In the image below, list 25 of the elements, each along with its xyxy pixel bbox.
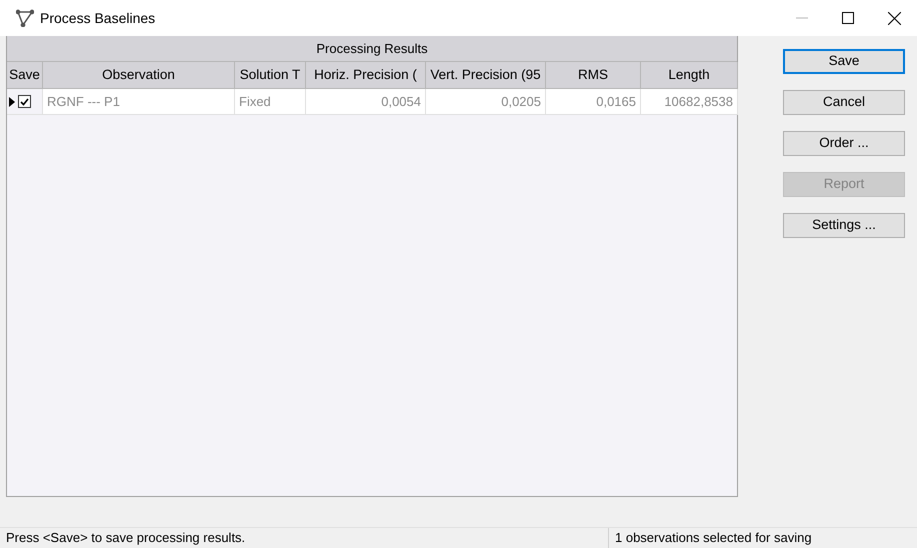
- window-title: Process Baselines: [40, 8, 156, 28]
- table-cell: 10682,8538: [641, 89, 738, 115]
- dialog-button[interactable]: Cancel: [783, 90, 905, 115]
- table-cell: 0,0165: [546, 89, 641, 115]
- close-icon[interactable]: [888, 12, 900, 24]
- maximize-icon[interactable]: [842, 12, 854, 24]
- column-header[interactable]: RMS: [546, 62, 641, 89]
- dialog-button[interactable]: Order ...: [783, 131, 905, 156]
- table-cell: Fixed: [235, 89, 306, 115]
- column-header[interactable]: Solution T: [235, 62, 306, 89]
- group-header: Processing Results: [7, 36, 737, 62]
- dialog-button[interactable]: Settings ...: [783, 213, 905, 238]
- status-text: 1 observations selected for saving: [608, 528, 908, 548]
- dialog-button[interactable]: Save: [783, 49, 905, 74]
- column-header[interactable]: Horiz. Precision (: [306, 62, 426, 89]
- table-cell: 0,0054: [306, 89, 426, 115]
- table-cell: RGNF --- P1: [43, 89, 235, 115]
- column-header[interactable]: Vert. Precision (95: [426, 62, 546, 89]
- app-icon: [16, 9, 34, 27]
- checkbox[interactable]: [18, 95, 31, 108]
- table-cell: 0,0205: [426, 89, 546, 115]
- column-header[interactable]: Observation: [43, 62, 235, 89]
- column-header[interactable]: Length: [641, 62, 738, 89]
- column-header[interactable]: Save: [7, 62, 43, 89]
- status-text: Press <Save> to save processing results.: [5, 529, 246, 548]
